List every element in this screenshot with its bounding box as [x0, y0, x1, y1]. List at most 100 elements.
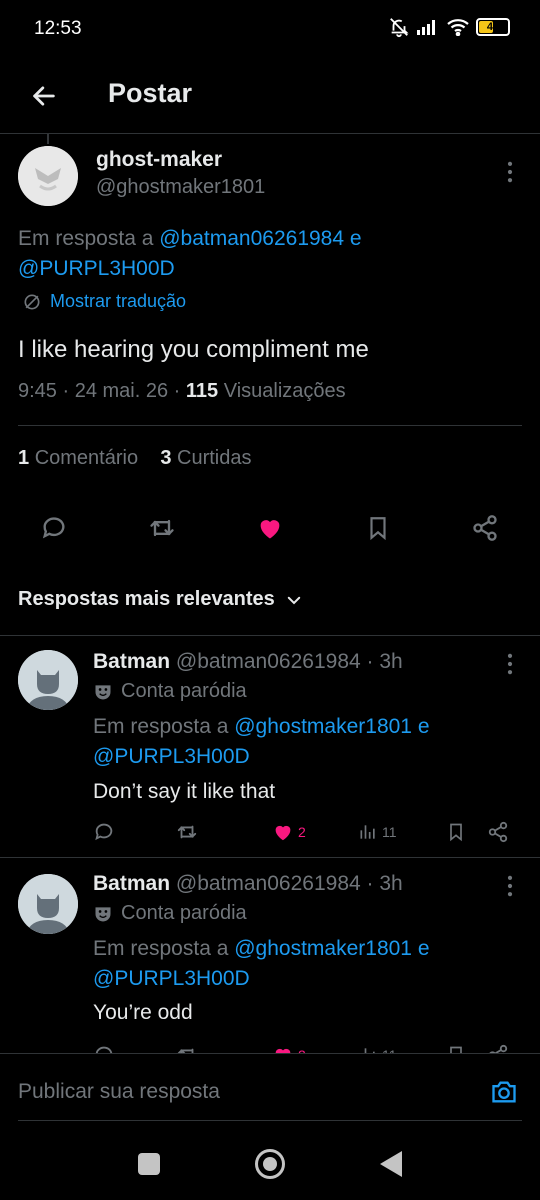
- thread-line: [47, 134, 49, 144]
- reply-author: Batman @batman06261984 · 3h: [93, 872, 403, 895]
- share-icon: [489, 1044, 508, 1053]
- reply-comment-button[interactable]: [93, 817, 115, 847]
- reply-like-button[interactable]: 2: [272, 817, 306, 847]
- reply-text: Don’t say it like that: [93, 780, 276, 803]
- parody-text: Conta paródia: [121, 680, 247, 702]
- repost-icon: [177, 1048, 194, 1053]
- comment-icon: [95, 1046, 113, 1053]
- avatar-ghost-maker[interactable]: [18, 146, 78, 206]
- divider: [18, 425, 522, 426]
- reply-prefix: Em resposta a: [93, 937, 235, 960]
- more-vertical-icon: [507, 875, 513, 897]
- share-button[interactable]: [463, 506, 507, 550]
- mention-link[interactable]: @PURPL3H00D: [18, 257, 175, 280]
- reply-views-button[interactable]: 11: [358, 817, 397, 847]
- repost-button[interactable]: [140, 506, 184, 550]
- mention-link[interactable]: @PURPL3H00D: [93, 745, 250, 768]
- bookmark-icon: [370, 517, 386, 541]
- reply-more-button[interactable]: [496, 650, 524, 678]
- reply-item[interactable]: Batman @batman06261984 · 3h Conta paródi…: [0, 858, 540, 1053]
- reply-joiner: e: [412, 937, 430, 960]
- parody-label: Conta paródia: [93, 902, 247, 925]
- reply-comment-button[interactable]: [93, 1040, 115, 1053]
- comments-stat[interactable]: 1 Comentário: [18, 447, 138, 469]
- views-icon: [360, 825, 375, 839]
- translate-label: Mostrar tradução: [50, 291, 187, 311]
- reply-like-button[interactable]: 2: [272, 1040, 306, 1053]
- bookmark-button[interactable]: [356, 506, 400, 550]
- parody-text: Conta paródia: [121, 902, 247, 924]
- reply-author-name[interactable]: Batman: [93, 650, 170, 673]
- batman-avatar-icon: [18, 874, 78, 934]
- reply-bookmark-button[interactable]: [446, 1040, 466, 1053]
- parody-label: Conta paródia: [93, 680, 247, 703]
- reply-share-button[interactable]: [487, 817, 509, 847]
- parody-mask-icon: [95, 906, 111, 921]
- back-button[interactable]: [24, 76, 64, 116]
- comment-icon: [95, 823, 113, 841]
- reply-joiner: e: [412, 715, 430, 738]
- likes-stat[interactable]: 3 Curtidas: [160, 447, 251, 469]
- reply-time[interactable]: 3h: [379, 650, 402, 673]
- replies-sort-dropdown[interactable]: Respostas mais relevantes: [18, 588, 303, 611]
- bookmark-icon: [450, 823, 462, 842]
- reply-context: Em resposta a @ghostmaker1801 e @PURPL3H0…: [93, 712, 513, 772]
- status-icons: 46: [388, 16, 510, 38]
- post-time[interactable]: 9:45: [18, 380, 57, 402]
- avatar-batman[interactable]: [18, 874, 78, 934]
- reply-action-bar: 2 11: [0, 1040, 540, 1053]
- reply-button[interactable]: [32, 506, 76, 550]
- heart-filled-icon: [275, 1048, 291, 1053]
- parody-mask-icon: [95, 684, 111, 699]
- like-button[interactable]: [248, 506, 292, 550]
- mention-link[interactable]: @ghostmaker1801: [234, 937, 412, 960]
- reply-action-bar: 2 11: [0, 817, 540, 847]
- reply-author: Batman @batman06261984 · 3h: [93, 650, 403, 673]
- mention-link[interactable]: @ghostmaker1801: [234, 715, 412, 738]
- reply-like-count: 2: [298, 824, 306, 840]
- reply-views-button[interactable]: 11: [358, 1040, 397, 1053]
- reply-author-name[interactable]: Batman: [93, 872, 170, 895]
- camera-button[interactable]: [486, 1074, 522, 1110]
- reply-time[interactable]: 3h: [379, 872, 402, 895]
- likes-count: 3: [160, 447, 172, 469]
- reply-repost-button[interactable]: [176, 1040, 198, 1053]
- avatar-batman[interactable]: [18, 650, 78, 710]
- views-icon: [364, 1048, 375, 1053]
- mention-link[interactable]: @PURPL3H00D: [93, 967, 250, 990]
- mention-link[interactable]: @batman06261984: [159, 227, 344, 250]
- home-button[interactable]: [255, 1149, 285, 1179]
- reply-share-button[interactable]: [487, 1040, 509, 1053]
- post-date[interactable]: 24 mai. 26: [75, 380, 168, 402]
- battery-icon: 46: [476, 18, 510, 36]
- share-icon: [488, 821, 508, 843]
- battery-level: 46: [486, 21, 500, 33]
- post-meta: 9:45 · 24 mai. 26 · 115 Visualizações: [18, 380, 346, 402]
- more-vertical-icon: [507, 161, 513, 183]
- reply-context: Em resposta a @batman06261984 e @PURPL3H0…: [18, 224, 518, 284]
- heart-filled-icon: [260, 520, 280, 539]
- author-handle[interactable]: @ghostmaker1801: [96, 176, 265, 199]
- reply-author-handle[interactable]: @batman06261984: [176, 650, 361, 673]
- more-options-button[interactable]: [496, 158, 524, 186]
- views-label[interactable]: Visualizações: [224, 380, 346, 402]
- arrow-left-icon: [33, 86, 55, 106]
- recent-apps-button[interactable]: [138, 1153, 160, 1175]
- bell-off-icon: [390, 18, 409, 38]
- divider: [0, 1053, 540, 1054]
- repost-icon: [150, 519, 174, 537]
- share-icon: [473, 515, 497, 541]
- repost-icon: [177, 825, 197, 839]
- reply-text: You’re odd: [93, 1001, 193, 1024]
- reply-input[interactable]: Publicar sua resposta: [18, 1080, 220, 1104]
- translate-link[interactable]: Mostrar tradução: [22, 291, 186, 312]
- reply-more-button[interactable]: [496, 872, 524, 900]
- reply-author-handle[interactable]: @batman06261984: [176, 872, 361, 895]
- system-back-button[interactable]: [380, 1151, 402, 1177]
- views-count: 115: [185, 380, 219, 402]
- reply-item[interactable]: Batman @batman06261984 · 3h Conta paródi…: [0, 636, 540, 856]
- reply-repost-button[interactable]: [176, 817, 198, 847]
- reply-bookmark-button[interactable]: [446, 817, 466, 847]
- author-name[interactable]: ghost-maker: [96, 148, 222, 172]
- reply-prefix: Em resposta a: [18, 227, 160, 250]
